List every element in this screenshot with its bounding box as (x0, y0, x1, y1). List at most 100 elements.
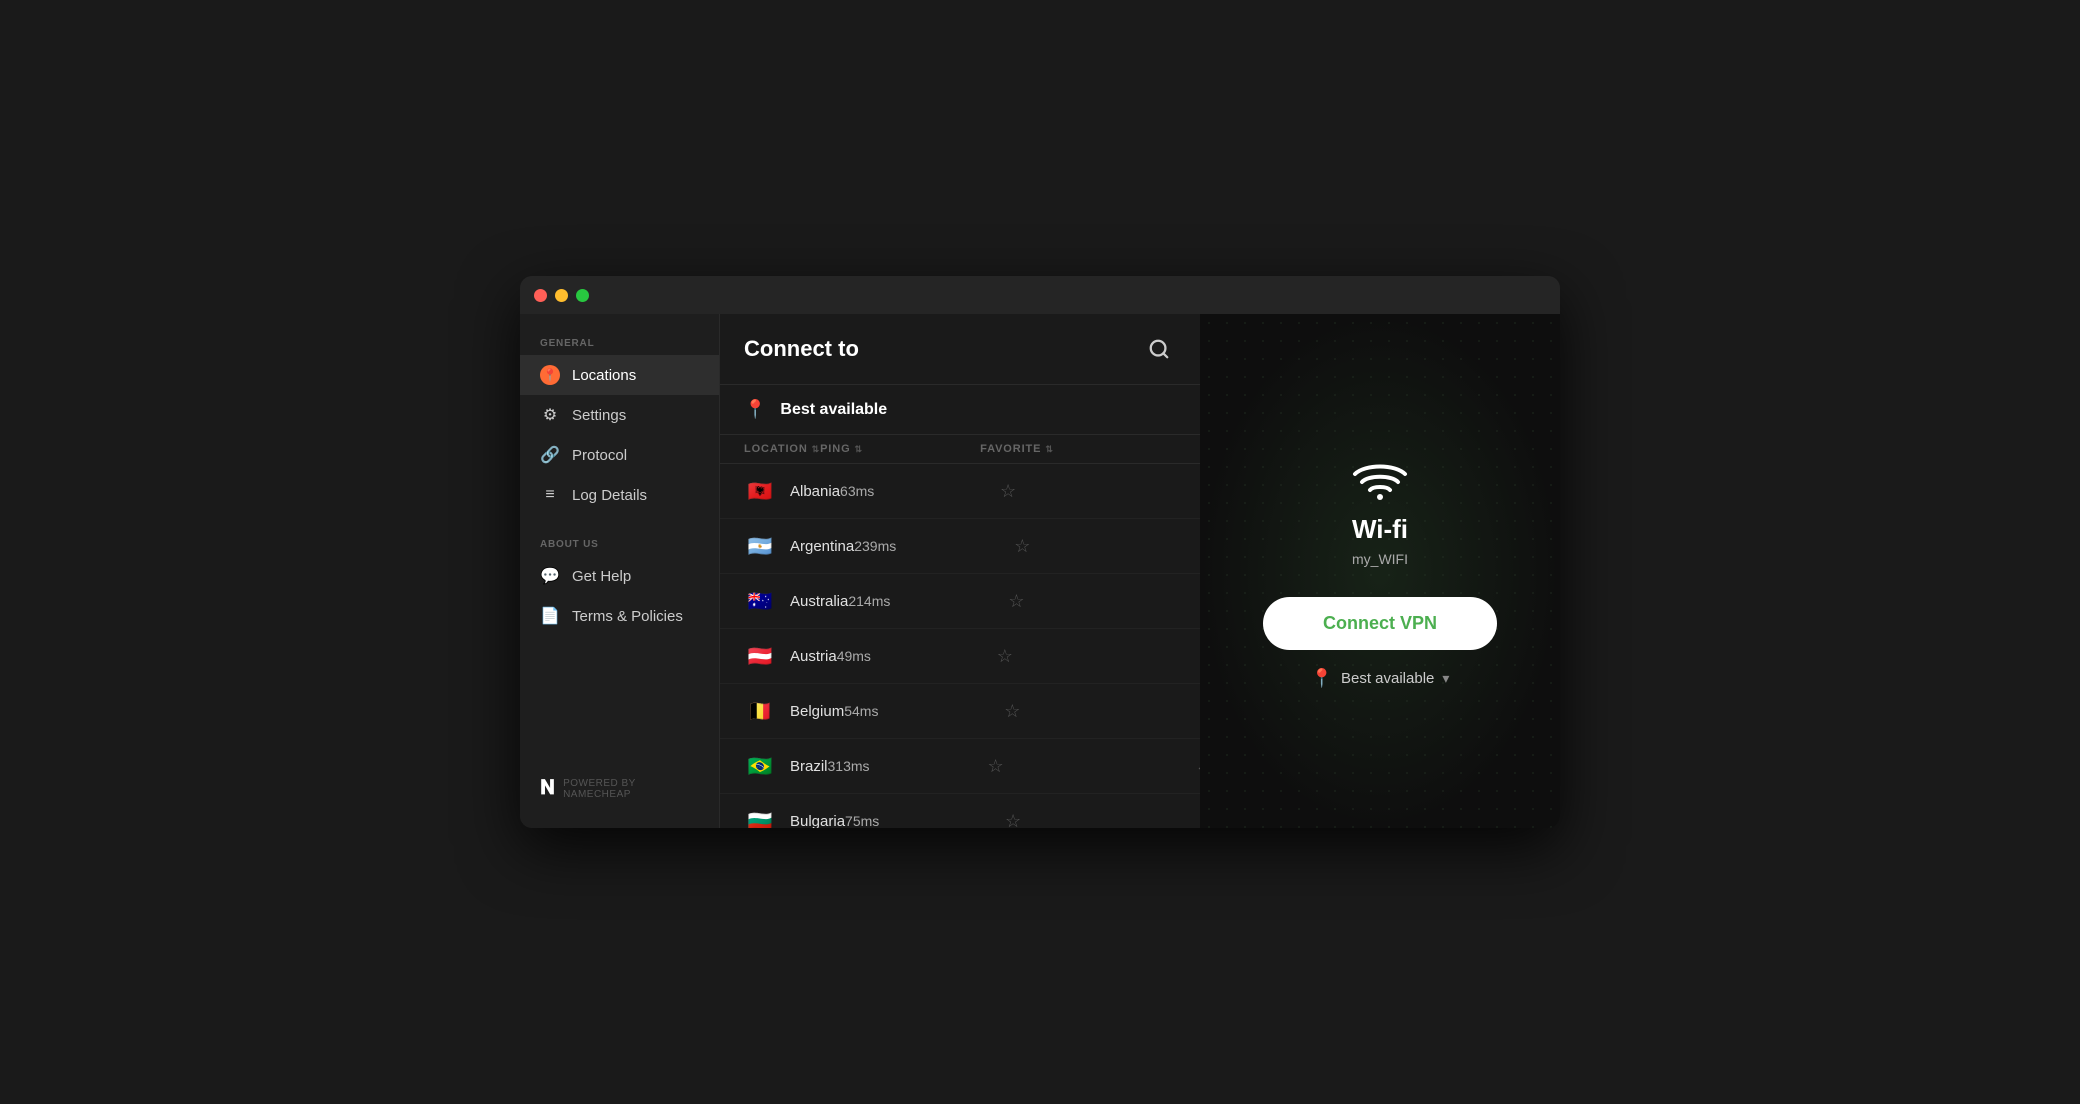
sidebar-item-locations[interactable]: 📍 Locations (520, 355, 719, 395)
table-row[interactable]: 🇦🇷 Argentina 239ms ☆ ⌄ (720, 519, 1200, 574)
country-info: 🇧🇪 Belgium (744, 695, 844, 727)
search-button[interactable] (1142, 332, 1176, 366)
country-info: 🇧🇷 Brazil (744, 750, 828, 782)
sidebar-item-settings[interactable]: ⚙ Settings (520, 395, 719, 435)
terms-label: Terms & Policies (572, 608, 683, 625)
right-panel-content: Wi-fi my_WIFI Connect VPN 📍 Best availab… (1200, 434, 1560, 709)
favorite-star[interactable]: ☆ (1005, 811, 1165, 829)
sidebar-item-get-help[interactable]: 💬 Get Help (520, 556, 719, 596)
table-row[interactable]: 🇧🇪 Belgium 54ms ☆ ⌄ (720, 684, 1200, 739)
favorite-header[interactable]: FAVORITE ⇅ (980, 443, 1140, 455)
country-info: 🇦🇺 Australia (744, 585, 848, 617)
sidebar-item-protocol[interactable]: 🔗 Protocol (520, 435, 719, 475)
country-flag: 🇧🇷 (744, 750, 776, 782)
country-name: Argentina (790, 538, 854, 555)
ping-value: 239ms (854, 538, 1014, 554)
connect-vpn-button[interactable]: Connect VPN (1263, 597, 1497, 650)
favorite-star[interactable]: ☆ (1008, 591, 1168, 612)
location-pin-icon: 📍 (744, 399, 766, 420)
favorite-star[interactable]: ☆ (997, 646, 1157, 667)
maximize-button[interactable] (576, 289, 589, 302)
country-name: Australia (790, 593, 848, 610)
country-flag: 🇧🇪 (744, 695, 776, 727)
ping-value: 63ms (840, 483, 1000, 499)
connection-type: Wi-fi (1352, 514, 1408, 545)
namecheap-logo: 𝐍 (540, 777, 555, 800)
app-body: GENERAL 📍 Locations ⚙ Settings 🔗 Protoco… (520, 314, 1560, 828)
country-flag: 🇦🇷 (744, 530, 776, 562)
help-icon: 💬 (540, 566, 560, 586)
country-flag: 🇦🇹 (744, 640, 776, 672)
ping-header[interactable]: PING ⇅ (820, 443, 980, 455)
sidebar-item-terms[interactable]: 📄 Terms & Policies (520, 596, 719, 636)
best-available-row[interactable]: 📍 Best available (720, 385, 1200, 435)
favorite-sort-icon: ⇅ (1045, 444, 1053, 455)
location-header[interactable]: LOCATION ⇅ (744, 443, 820, 455)
ping-value: 54ms (844, 703, 1004, 719)
countries-list: 🇦🇱 Albania 63ms ☆ ⌄ 🇦🇷 Argentina 239ms ☆… (720, 464, 1200, 828)
country-info: 🇦🇱 Albania (744, 475, 840, 507)
country-info: 🇦🇹 Austria (744, 640, 837, 672)
app-window: GENERAL 📍 Locations ⚙ Settings 🔗 Protoco… (520, 276, 1560, 828)
table-row[interactable]: 🇧🇷 Brazil 313ms ☆ ⌄ (720, 739, 1200, 794)
column-headers: LOCATION ⇅ PING ⇅ FAVORITE ⇅ (720, 435, 1200, 464)
expand-chevron-icon[interactable]: ⌄ (1165, 813, 1200, 829)
wifi-icon (1345, 454, 1415, 504)
get-help-label: Get Help (572, 568, 631, 585)
table-row[interactable]: 🇦🇺 Australia 214ms ☆ ⌄ (720, 574, 1200, 629)
log-icon: ≡ (540, 485, 560, 505)
country-name: Austria (790, 648, 837, 665)
location-selector-text: Best available (1341, 670, 1434, 687)
log-details-label: Log Details (572, 487, 647, 504)
terms-icon: 📄 (540, 606, 560, 626)
title-bar (520, 276, 1560, 314)
settings-label: Settings (572, 407, 626, 424)
traffic-lights (534, 289, 589, 302)
favorite-star[interactable]: ☆ (1014, 536, 1174, 557)
expand-chevron-icon[interactable]: ⌄ (1157, 648, 1200, 665)
expand-chevron-icon[interactable]: ⌄ (1148, 758, 1200, 775)
sidebar-bottom: 𝐍 POWERED BY NAMECHEAP (520, 765, 719, 812)
expand-header (1140, 443, 1200, 455)
main-content: Connect to 📍 Best available LOCATION ⇅ (720, 314, 1200, 828)
favorite-star[interactable]: ☆ (988, 756, 1148, 777)
ping-value: 313ms (828, 758, 988, 774)
country-info: 🇧🇬 Bulgaria (744, 805, 845, 828)
locations-icon: 📍 (540, 365, 560, 385)
favorite-star[interactable]: ☆ (1004, 701, 1164, 722)
location-selector-pin-icon: 📍 (1311, 668, 1333, 689)
country-flag: 🇦🇺 (744, 585, 776, 617)
favorite-star[interactable]: ☆ (1000, 481, 1160, 502)
expand-chevron-icon[interactable]: ⌄ (1164, 703, 1200, 720)
network-name: my_WIFI (1352, 551, 1408, 567)
country-info: 🇦🇷 Argentina (744, 530, 854, 562)
locations-label: Locations (572, 367, 636, 384)
protocol-label: Protocol (572, 447, 627, 464)
country-flag: 🇦🇱 (744, 475, 776, 507)
country-name: Belgium (790, 703, 844, 720)
ping-value: 49ms (837, 648, 997, 664)
best-available-text: Best available (780, 401, 887, 419)
location-selector[interactable]: 📍 Best available ▾ (1311, 668, 1450, 689)
right-panel: Wi-fi my_WIFI Connect VPN 📍 Best availab… (1200, 314, 1560, 828)
page-title: Connect to (744, 336, 859, 362)
table-row[interactable]: 🇦🇱 Albania 63ms ☆ ⌄ (720, 464, 1200, 519)
country-name: Brazil (790, 758, 828, 775)
main-header: Connect to (720, 314, 1200, 385)
table-row[interactable]: 🇧🇬 Bulgaria 75ms ☆ ⌄ (720, 794, 1200, 828)
sidebar-item-log-details[interactable]: ≡ Log Details (520, 475, 719, 515)
location-sort-icon: ⇅ (812, 444, 820, 455)
minimize-button[interactable] (555, 289, 568, 302)
ping-sort-icon: ⇅ (855, 444, 863, 455)
expand-chevron-icon[interactable]: ⌄ (1160, 483, 1200, 500)
chevron-down-icon: ▾ (1442, 670, 1449, 687)
country-flag: 🇧🇬 (744, 805, 776, 828)
general-section-label: GENERAL (520, 330, 719, 355)
expand-chevron-icon[interactable]: ⌄ (1168, 593, 1200, 610)
about-section-label: ABOUT US (520, 531, 719, 556)
table-row[interactable]: 🇦🇹 Austria 49ms ☆ ⌄ (720, 629, 1200, 684)
country-name: Albania (790, 483, 840, 500)
expand-chevron-icon[interactable]: ⌄ (1174, 538, 1200, 555)
close-button[interactable] (534, 289, 547, 302)
powered-by: POWERED BY NAMECHEAP (563, 778, 699, 800)
